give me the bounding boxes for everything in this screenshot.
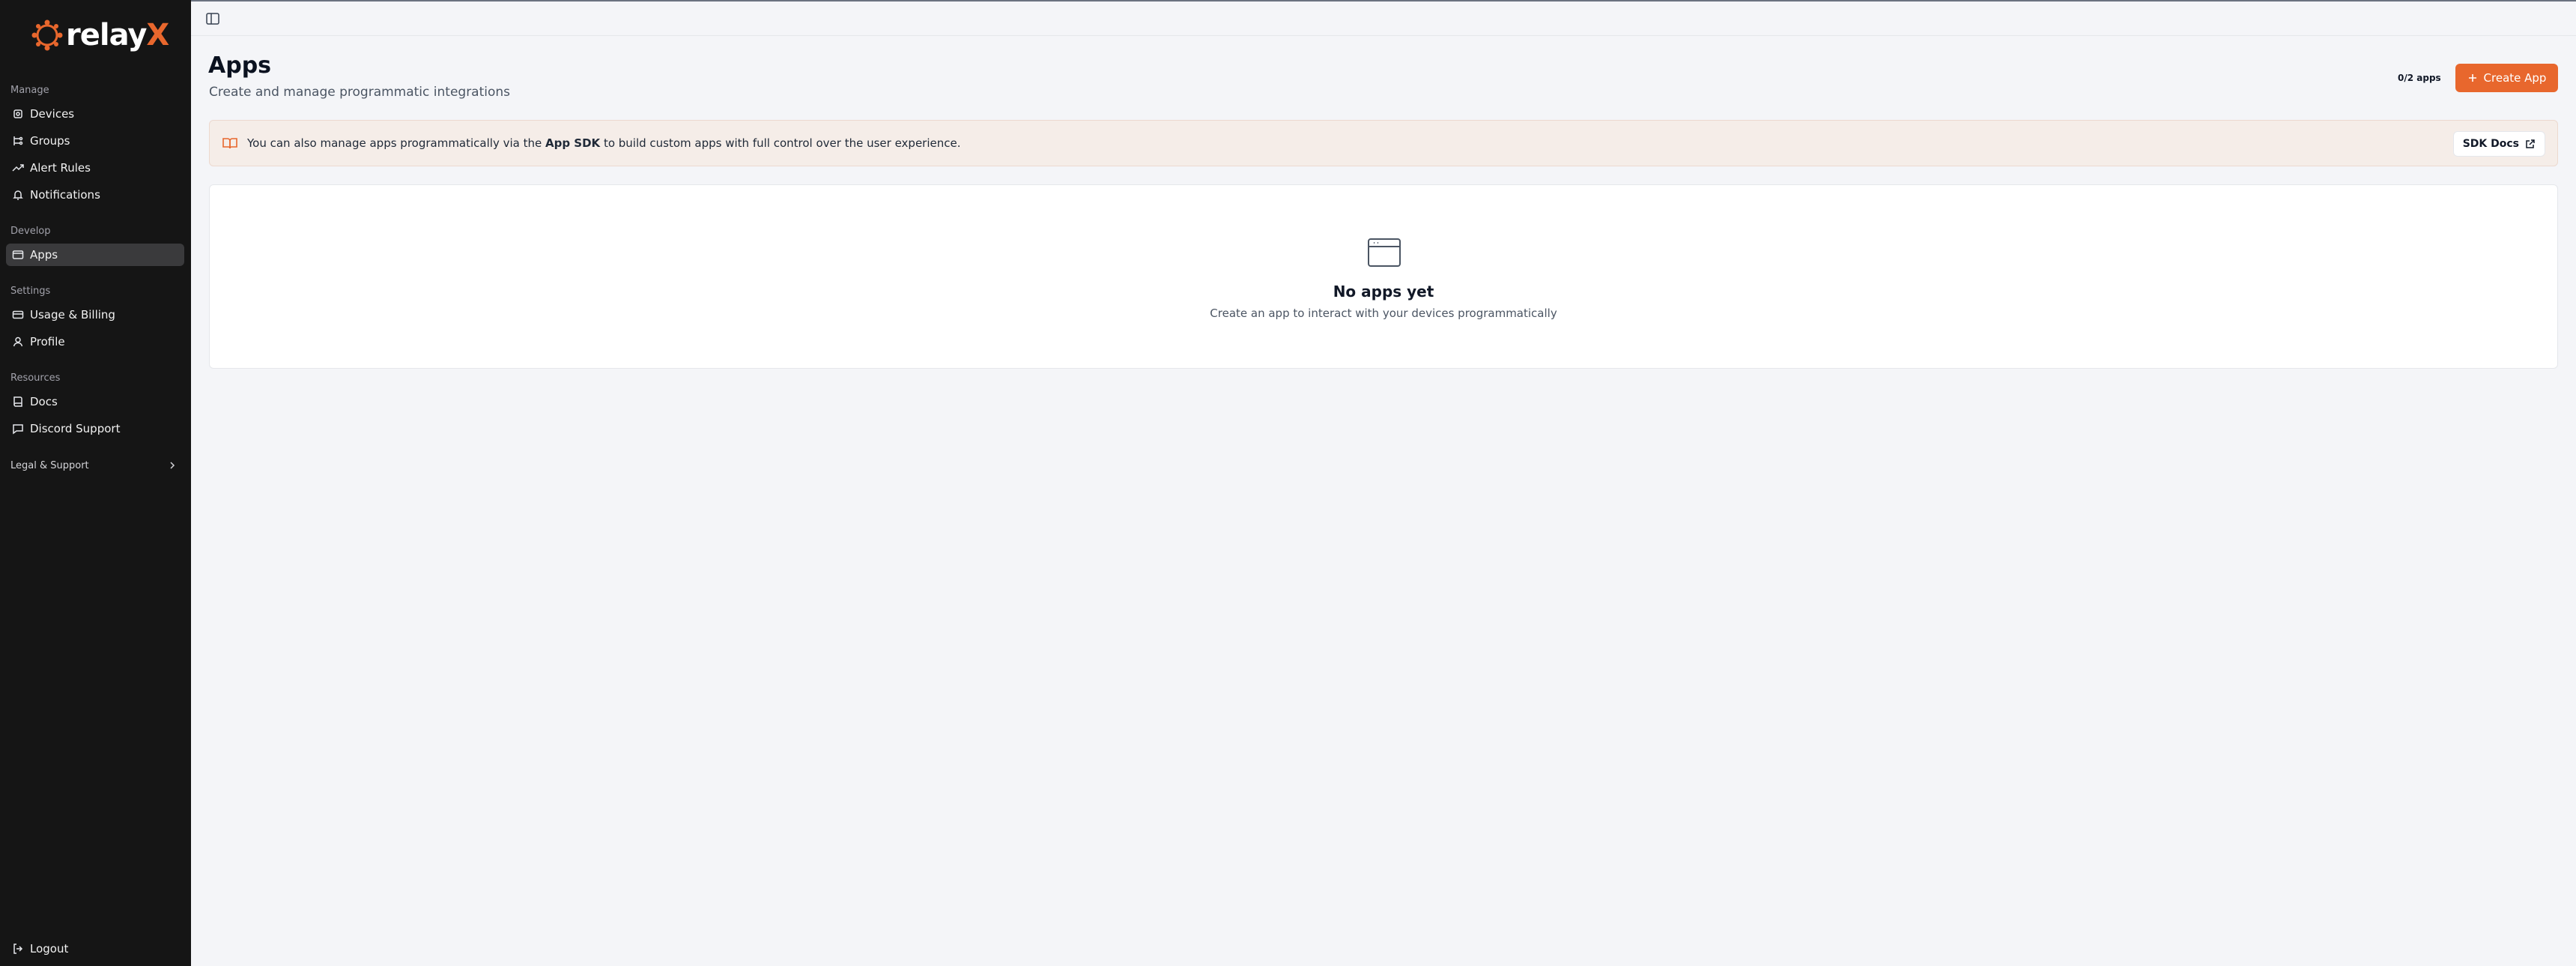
page-subtitle: Create and manage programmatic integrati… — [209, 85, 511, 100]
sidebar-item-apps[interactable]: Apps — [6, 244, 184, 266]
empty-state-description: Create an app to interact with your devi… — [1210, 307, 1557, 320]
book-open-icon — [222, 138, 237, 149]
banner-text: You can also manage apps programmaticall… — [247, 136, 961, 150]
sidebar-item-label: Alert Rules — [30, 161, 91, 175]
sidebar-item-alert-rules[interactable]: Alert Rules — [6, 157, 184, 179]
user-icon — [13, 336, 23, 347]
legal-support-toggle[interactable]: Legal & Support — [10, 456, 177, 474]
groups-icon — [13, 136, 23, 145]
sidebar-item-devices[interactable]: Devices — [6, 103, 184, 125]
bell-icon — [13, 190, 23, 200]
logout-label: Logout — [30, 942, 69, 956]
sidebar-item-label: Notifications — [30, 188, 100, 202]
page-title: Apps — [208, 52, 272, 79]
sidebar-item-groups[interactable]: Groups — [6, 130, 184, 152]
sidebar-item-label: Devices — [30, 107, 75, 121]
sdk-docs-label: SDK Docs — [2462, 138, 2519, 150]
top-bar — [191, 0, 2576, 36]
sidebar-item-label: Groups — [30, 134, 70, 148]
sidebar-item-label: Profile — [30, 335, 65, 348]
sidebar-item-label: Apps — [30, 248, 58, 262]
relayx-logo-icon — [31, 19, 63, 51]
sidebar-item-label: Docs — [30, 395, 58, 408]
create-app-button[interactable]: Create App — [2455, 64, 2558, 92]
chevron-right-icon — [170, 462, 175, 469]
sidebar-item-discord-support[interactable]: Discord Support — [6, 417, 184, 440]
sdk-info-banner: You can also manage apps programmaticall… — [209, 120, 2558, 166]
book-icon — [13, 396, 22, 407]
section-label-settings: Settings — [10, 286, 51, 297]
section-label-develop: Develop — [10, 226, 51, 237]
legal-support-label: Legal & Support — [10, 459, 89, 471]
brand-name: relayX — [66, 18, 169, 52]
sidebar-item-usage-billing[interactable]: Usage & Billing — [6, 304, 184, 326]
sdk-docs-button[interactable]: SDK Docs — [2452, 131, 2545, 157]
trending-up-icon — [12, 164, 24, 172]
sidebar-item-docs[interactable]: Docs — [6, 390, 184, 413]
plus-icon — [2468, 74, 2476, 82]
app-sdk-link[interactable]: App SDK — [545, 136, 600, 150]
brand-logo[interactable]: relayX — [31, 18, 169, 52]
sidebar-item-profile[interactable]: Profile — [6, 330, 184, 353]
logout-icon — [13, 944, 23, 954]
logout-button[interactable]: Logout — [6, 938, 184, 960]
sidebar-item-label: Discord Support — [30, 422, 121, 435]
empty-state-title: No apps yet — [1333, 283, 1434, 301]
apps-empty-state: No apps yet Create an app to interact wi… — [209, 184, 2558, 369]
credit-card-icon — [12, 310, 24, 319]
app-window-icon — [1368, 238, 1401, 267]
sidebar-toggle-icon[interactable] — [204, 10, 221, 27]
external-link-icon — [2526, 139, 2535, 148]
message-square-icon — [13, 424, 23, 435]
sidebar: relayX Manage Devices Groups Alert Rules… — [0, 0, 191, 966]
app-window-icon — [12, 250, 24, 259]
sidebar-item-notifications[interactable]: Notifications — [6, 184, 184, 206]
section-label-manage: Manage — [10, 85, 49, 96]
app-count-badge: 0/2 apps — [2390, 69, 2449, 87]
create-app-label: Create App — [2483, 71, 2547, 85]
section-label-resources: Resources — [10, 372, 61, 384]
sidebar-item-label: Usage & Billing — [30, 308, 115, 322]
devices-icon — [13, 109, 22, 118]
